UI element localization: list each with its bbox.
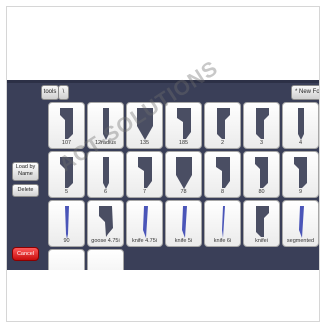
tool-tile-3[interactable]: 3	[243, 102, 280, 149]
tool-tile-12radius[interactable]: 12radius	[87, 102, 124, 149]
tool-profile-icon	[256, 108, 269, 139]
tool-picker-window: tools \ * New Folder Load by Name Delete…	[7, 80, 319, 270]
tool-profile-icon	[298, 108, 304, 140]
tool-tile-label: goose 4.75i	[91, 238, 120, 244]
tool-tile-2[interactable]: 2	[204, 102, 241, 149]
tool-tile-label: knife 5i	[174, 238, 193, 244]
tool-tile-label: 6	[103, 189, 108, 195]
tool-profile-icon	[294, 157, 307, 188]
tool-tile-label: 2	[220, 140, 225, 146]
tools-breadcrumb-button[interactable]: tools	[41, 85, 59, 100]
cancel-button[interactable]: Cancel	[12, 247, 39, 261]
tool-tile-4[interactable]: 4	[282, 102, 319, 149]
tool-profile-icon	[60, 108, 73, 139]
tool-tile-label: 90	[63, 238, 70, 244]
tool-tile-partial[interactable]	[87, 249, 124, 270]
tool-tile-knife-6i[interactable]: knife 6i	[204, 200, 241, 247]
tool-profile-icon	[217, 108, 230, 139]
tool-tile-knife-4-75i[interactable]: knife 4.75i	[126, 200, 163, 247]
tool-tile-label: 9	[298, 189, 303, 195]
tool-profile-icon	[216, 157, 230, 188]
tool-tile-label: knifei	[255, 238, 268, 244]
tool-tile-80[interactable]: 80	[243, 151, 280, 198]
tool-tile-8[interactable]: 8	[204, 151, 241, 198]
tool-tile-label: 185	[178, 140, 189, 146]
tool-tile-6[interactable]: 6	[87, 151, 124, 198]
tool-profile-icon	[137, 108, 153, 140]
tool-tile-label: knife 4.75i	[131, 238, 158, 244]
tool-tile-90[interactable]: 90	[48, 200, 85, 247]
new-folder-button[interactable]: * New Folder	[291, 85, 319, 100]
tool-tile-label: 80	[258, 189, 265, 195]
tool-tile-7[interactable]: 7	[126, 151, 163, 198]
tool-profile-icon	[182, 206, 187, 238]
tool-tile-label: 78	[180, 189, 187, 195]
tool-tile-segmented[interactable]: segmented	[282, 200, 319, 247]
tool-tile-label: 107	[61, 140, 72, 146]
tool-tile-label: knife 6i	[213, 238, 232, 244]
tool-tile-135[interactable]: 135	[126, 102, 163, 149]
tool-profile-icon	[103, 157, 109, 189]
tool-tile-185[interactable]: 185	[165, 102, 202, 149]
tool-tile-label: 3	[259, 140, 264, 146]
tool-profile-icon	[256, 206, 269, 237]
tool-tile-label: 4	[298, 140, 303, 146]
tool-tile-78[interactable]: 78	[165, 151, 202, 198]
tool-profile-icon	[177, 108, 191, 139]
tool-profile-icon	[60, 157, 73, 188]
tool-profile-icon	[99, 206, 113, 237]
path-separator-button[interactable]: \	[58, 85, 69, 100]
tool-tile-label: 8	[220, 189, 225, 195]
tool-profile-icon	[299, 206, 304, 238]
delete-button[interactable]: Delete	[12, 184, 39, 197]
tool-tile-knife-5i[interactable]: knife 5i	[165, 200, 202, 247]
window-top-edge	[7, 80, 319, 83]
screenshot-frame: tools \ * New Folder Load by Name Delete…	[6, 6, 320, 322]
tool-tile-107[interactable]: 107	[48, 102, 85, 149]
tool-tile-label: 7	[142, 189, 147, 195]
tool-profile-icon	[103, 108, 109, 140]
tool-profile-icon	[222, 206, 225, 238]
tool-tile-partial[interactable]	[48, 249, 85, 270]
tool-profile-icon	[255, 157, 268, 188]
tool-profile-icon	[65, 206, 69, 239]
tool-tile-label: 135	[139, 140, 150, 146]
tool-tile-label: 5	[64, 189, 69, 195]
tool-tile-label: segmented	[286, 238, 315, 244]
tool-tile-knifei[interactable]: knifei	[243, 200, 280, 247]
tool-profile-icon	[138, 157, 152, 188]
tool-profile-icon	[143, 206, 148, 238]
tool-profile-icon	[176, 157, 192, 189]
tool-tile-goose-4-75i[interactable]: goose 4.75i	[87, 200, 124, 247]
tool-grid: 107 12radius 135 185 2 3 4 5 6 7 78 8 80 9 90 goose 4.7…	[42, 102, 319, 270]
load-by-name-button[interactable]: Load by Name	[12, 162, 39, 181]
tool-tile-5[interactable]: 5	[48, 151, 85, 198]
tool-tile-label: 12radius	[94, 140, 117, 146]
tool-tile-9[interactable]: 9	[282, 151, 319, 198]
